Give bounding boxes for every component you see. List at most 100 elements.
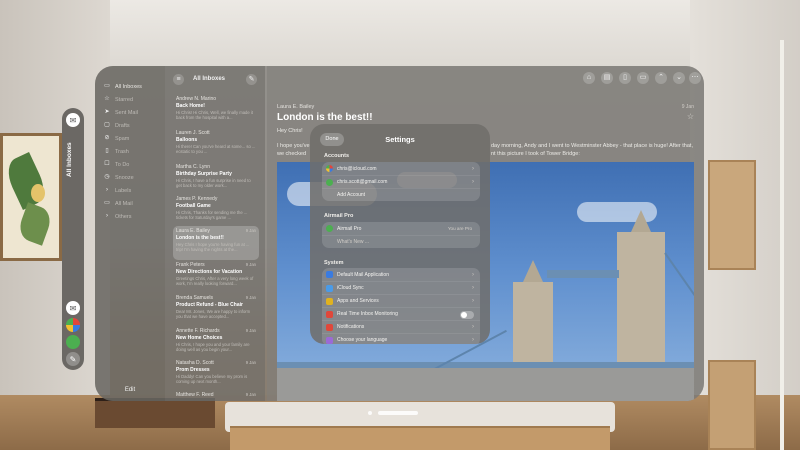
system-item-label: Real Time Inbox Monitoring <box>337 311 398 317</box>
pager-dot <box>368 411 372 415</box>
tower-spire <box>631 210 651 232</box>
gmail-account-icon <box>326 178 333 186</box>
list-item[interactable]: Martha C. Lynn Birthday Surprise Party H… <box>173 162 259 196</box>
list-item-selected[interactable]: Laura E. Bailey 9 Jan London is the best… <box>173 226 259 260</box>
message-list: ≡ All Inboxes ✎ Andrew N. Marino Back Ho… <box>165 66 265 401</box>
chevron-up-icon[interactable]: ⌃ <box>655 72 667 84</box>
globe-icon <box>326 336 333 344</box>
archive-icon[interactable]: ⌂ <box>583 72 595 84</box>
message-subject: London is the best!! <box>176 235 224 241</box>
google-account-icon[interactable] <box>66 318 80 332</box>
list-item[interactable]: Andrew N. Marino Back Home! Hi Chris! Hi… <box>173 94 259 128</box>
list-item[interactable]: Natasha D. Scott 9 Jan Prom Dresses Hi D… <box>173 358 259 392</box>
message-preview: Greetings Chris, After a very long week … <box>176 276 254 286</box>
inbox-monitoring-row: Real Time Inbox Monitoring <box>322 307 480 320</box>
cloud-icon <box>326 284 333 292</box>
chevron-right-icon: › <box>472 298 474 304</box>
message-subject: Football Game <box>176 203 211 209</box>
edit-button[interactable]: Edit <box>95 387 165 393</box>
email-greeting: Hey Chris! <box>277 128 303 134</box>
monitoring-icon <box>326 310 333 318</box>
apps-services-row[interactable]: Apps and Services › <box>322 294 480 307</box>
clock-icon: ◷ <box>104 174 110 180</box>
message-sender: Lauren J. Scott <box>176 130 210 136</box>
window-bar[interactable] <box>378 411 418 415</box>
folder-icon[interactable]: ▭ <box>637 72 649 84</box>
list-item[interactable]: James P. Kennedy Football Game Hi Chris,… <box>173 194 259 228</box>
chevron-down-icon[interactable]: ⌄ <box>673 72 685 84</box>
chevron-right-icon: › <box>472 285 474 291</box>
message-date: 9 Jan <box>245 360 256 365</box>
whats-new-label: What's New ... <box>337 239 370 245</box>
sidebar-item-spam[interactable]: ⊘ Spam <box>103 135 129 142</box>
sidebar-item-to-do[interactable]: ☐ To Do <box>103 161 129 168</box>
sidebar-item-all-mail[interactable]: ▭ All Mail <box>103 200 133 207</box>
notifications-row[interactable]: Notifications › <box>322 320 480 333</box>
message-sender: Martha C. Lynn <box>176 164 210 170</box>
account-row-gmail[interactable]: chris.scott@gmail.com › <box>322 175 480 188</box>
trash-icon[interactable]: ▯ <box>619 72 631 84</box>
list-item[interactable]: Brenda Samuels 9 Jan Product Refund - Bl… <box>173 293 259 327</box>
sidebar-item-label: All Mail <box>115 200 133 207</box>
message-preview: Hi Chris, I hope you and your family are… <box>176 342 250 352</box>
city-skyline <box>277 368 694 401</box>
sidebar-item-trash[interactable]: ▯ Trash <box>103 148 129 155</box>
language-row[interactable]: Choose your language › <box>322 333 480 344</box>
more-icon[interactable]: ⋯ <box>689 72 701 84</box>
todo-icon: ☐ <box>104 161 110 167</box>
sidebar-item-labels[interactable]: › Labels <box>103 187 131 194</box>
message-date: 9 Jan <box>245 228 256 233</box>
list-item[interactable]: Lauren J. Scott Balloons Hi there! Can y… <box>173 128 259 162</box>
room-ceiling <box>0 0 800 70</box>
message-sender: Natasha D. Scott <box>176 360 214 366</box>
chevron-right-icon: › <box>472 165 474 172</box>
inbox-icon: ▭ <box>104 83 110 89</box>
airmail-pro-row[interactable]: Airmail Pro You are Pro <box>322 222 480 235</box>
chevron-right-icon: › <box>472 337 474 343</box>
whats-new-row[interactable]: What's New ... <box>322 235 480 248</box>
sidebar-item-sent-mail[interactable]: ➤ Sent Mail <box>103 109 137 116</box>
default-mail-row[interactable]: Default Mail Application › <box>322 268 480 281</box>
inbox-monitoring-toggle[interactable] <box>460 311 474 319</box>
list-item[interactable]: Annette F. Richards 9 Jan New Home Choic… <box>173 326 259 360</box>
apps-icon <box>326 297 333 305</box>
icloud-sync-row[interactable]: iCloud Sync › <box>322 281 480 294</box>
list-item[interactable]: Frank Peters 9 Jan New Directions for Va… <box>173 260 259 294</box>
accounts-header: Accounts <box>324 153 350 159</box>
message-sender: James P. Kennedy <box>176 196 218 202</box>
message-preview: Hi Chris! Hi Chris, Well, we finally mad… <box>176 110 253 120</box>
sidebar-item-drafts[interactable]: ▢ Drafts <box>103 122 130 129</box>
sidebar-item-starred[interactable]: ☆ Starred <box>103 96 133 103</box>
list-item[interactable]: Matthew F. Reed 9 Jan <box>173 390 259 401</box>
sidebar-item-others[interactable]: › Others <box>103 213 132 220</box>
sidebar-item-all-inboxes[interactable]: ▭ All Inboxes <box>103 83 142 90</box>
sidebar-item-label: Snooze <box>115 174 134 181</box>
email-body-right: day morning, Andy and I went to Westmins… <box>491 142 701 158</box>
sidebar-item-label: Drafts <box>115 122 130 129</box>
sidebar-item-label: All Inboxes <box>115 83 142 90</box>
wall-shelf <box>708 160 756 270</box>
ornament-label[interactable]: All Inboxes <box>66 130 80 190</box>
chevron-right-icon: › <box>472 324 474 330</box>
system-group: Default Mail Application › iCloud Sync ›… <box>322 268 480 344</box>
message-sender: Frank Peters <box>176 262 205 268</box>
curtain <box>780 40 784 450</box>
window-grabber[interactable] <box>368 411 418 415</box>
compose-icon[interactable]: ✎ <box>246 74 257 85</box>
compose-tab-icon[interactable]: ✎ <box>66 352 80 366</box>
menu-icon[interactable]: ≡ <box>173 74 184 85</box>
suspension-cable <box>664 252 694 311</box>
system-item-label: Default Mail Application <box>337 271 389 278</box>
message-preview: Hi Chris, Thanks for sending me the ... … <box>176 210 248 220</box>
send-icon: ➤ <box>104 109 110 115</box>
star-icon[interactable]: ☆ <box>687 112 694 121</box>
sidebar-item-snooze[interactable]: ◷ Snooze <box>103 174 134 181</box>
gmail-account-icon[interactable] <box>66 335 80 349</box>
account-row-icloud[interactable]: chris@icloud.com › <box>322 162 480 175</box>
email-subject: London is the best!! <box>277 112 373 123</box>
email-body-line: nt this picture I took of Tower Bridge: <box>491 151 580 157</box>
inbox-icon[interactable]: ✉ <box>66 113 80 127</box>
mail-app-icon[interactable]: ✉ <box>66 301 80 315</box>
move-icon[interactable]: ▤ <box>601 72 613 84</box>
add-account-row[interactable]: Add Account <box>322 188 480 201</box>
